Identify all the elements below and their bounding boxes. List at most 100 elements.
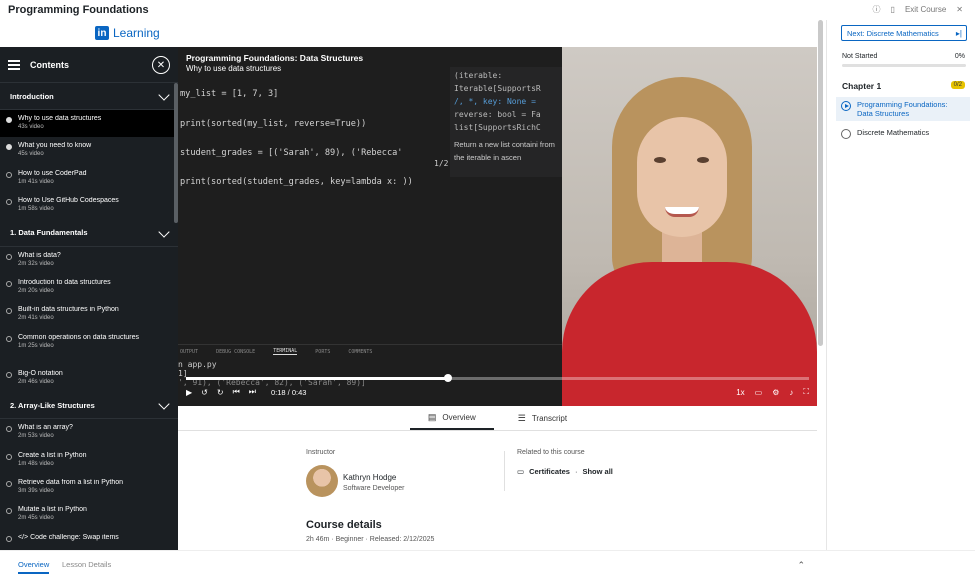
lesson-item[interactable]: What is data? 2m 32s video — [0, 247, 178, 274]
course-details-title: Course details — [306, 519, 382, 531]
lesson-item[interactable]: Why to use data structures 43s video — [0, 110, 178, 138]
bottom-tab-overview[interactable]: Overview — [18, 560, 50, 574]
lesson-name: What is an array? — [18, 424, 73, 432]
lesson-duration: 2m 45s video — [18, 515, 54, 522]
page-scrollbar[interactable] — [818, 20, 823, 346]
section-title: 1. Data Fundamentals — [10, 228, 88, 238]
lesson-item[interactable]: Introduction to data structures 2m 20s v… — [0, 274, 178, 301]
fullscreen-icon[interactable]: ⛶ — [803, 387, 809, 397]
lesson-name: Introduction to data structures — [18, 278, 111, 286]
lesson-name: Common operations on data structures — [18, 333, 140, 341]
lesson-name: Big-O notation — [18, 369, 63, 377]
volume-icon[interactable]: ♪ — [789, 388, 793, 397]
progress-dot-icon — [6, 253, 12, 260]
video-progress-knob[interactable] — [443, 374, 452, 382]
lesson-item[interactable]: Common operations on data structures 1m … — [0, 329, 178, 365]
panel-tab: TERMINAL — [273, 348, 298, 355]
lesson-name: Create a list in Python — [18, 451, 87, 459]
show-all-link[interactable]: Show all — [582, 467, 612, 476]
lesson-item[interactable]: Built-in data structures in Python 2m 41… — [0, 301, 178, 328]
terminal-line: n app.py — [178, 360, 217, 369]
lesson-item[interactable]: </> Code challenge: Swap items — [0, 529, 178, 550]
lesson-item[interactable]: Create a list in Python 1m 48s video — [0, 447, 178, 474]
course-progress-bar — [842, 64, 966, 67]
certificate-icon: ▭ — [517, 467, 525, 476]
lesson-duration: 3m 39s video — [18, 487, 54, 494]
course-item[interactable]: Discrete Mathematics — [836, 125, 970, 142]
settings-icon[interactable]: ⚙ — [772, 388, 779, 397]
lesson-item[interactable]: What you need to know 45s video — [0, 137, 178, 164]
top-bar: Programming Foundations ⓘ ▯ Exit Course … — [0, 0, 975, 20]
captions-icon[interactable]: ▭ — [755, 388, 763, 397]
tooltip-line: reverse: bool = Fa — [454, 110, 541, 119]
progress-dot-icon — [6, 199, 12, 206]
panel-tabs: OUTPUT DEBUG CONSOLE TERMINAL PORTS COMM… — [178, 344, 562, 358]
close-sidebar-button[interactable]: ✕ — [152, 56, 170, 74]
layout-icon[interactable]: ▯ — [891, 5, 895, 14]
chevron-up-icon[interactable]: ⌃ — [797, 560, 805, 571]
status-text: Not Started — [842, 53, 878, 60]
lesson-item[interactable]: Big-O notation 2m 46s video — [0, 365, 178, 392]
course-item[interactable]: Programming Foundations: Data Structures — [836, 97, 970, 121]
section-header-introduction[interactable]: Introduction — [0, 83, 178, 110]
certificates-row: ▭ Certificates · Show all — [517, 467, 613, 476]
progress-dot-icon — [6, 535, 12, 542]
instructor-eye — [654, 157, 666, 163]
separator-dot: · — [574, 467, 578, 476]
section-header-array-like-structures[interactable]: 2. Array-Like Structures — [0, 392, 178, 420]
signature-page-count: 1/2 — [434, 159, 449, 168]
next-course-button[interactable]: Next: Discrete Mathematics ▸| — [841, 25, 967, 41]
avatar[interactable] — [306, 465, 338, 497]
play-icon[interactable]: ▶ — [186, 388, 192, 397]
skip-next-icon: ▸| — [955, 28, 962, 38]
tooltip-text: Return a new list containi from the iter… — [454, 140, 555, 162]
exit-course-button[interactable]: Exit Course — [905, 5, 946, 14]
linkedin-learning-logo[interactable]: in Learning — [95, 26, 160, 40]
forward-icon[interactable]: ↻ — [217, 388, 224, 397]
circle-icon — [841, 129, 851, 139]
rewind-icon[interactable]: ↺ — [201, 388, 208, 397]
close-icon[interactable]: ✕ — [956, 5, 963, 14]
code-line: print(sorted(my_list, reverse=True)) — [180, 119, 367, 129]
video-controls: ▶ ↺ ↻ ⏮ ⏭ 0:18 / 0:43 1x ▭ ⚙ ♪ ⛶ — [186, 385, 809, 399]
lesson-name: Mutate a list in Python — [18, 506, 87, 514]
chevron-down-icon — [158, 89, 170, 101]
lesson-item[interactable]: What is an array? 2m 53s video — [0, 419, 178, 446]
lesson-item[interactable]: How to use CoderPad 1m 41s video — [0, 165, 178, 192]
lesson-item[interactable]: How to Use GitHub Codespaces 1m 58s vide… — [0, 192, 178, 219]
progress-dot-icon — [6, 117, 12, 123]
lesson-duration: 2m 32s video — [18, 260, 54, 267]
progress-dot-icon — [6, 508, 12, 515]
info-icon[interactable]: ⓘ — [873, 4, 881, 15]
logo-row: in Learning — [0, 20, 820, 47]
instructor-name[interactable]: Kathryn Hodge — [343, 473, 396, 482]
progress-dot-icon — [6, 371, 12, 378]
bottom-tab-lesson-details[interactable]: Lesson Details — [62, 560, 111, 569]
section-header-data-fundamentals[interactable]: 1. Data Fundamentals — [0, 220, 178, 247]
progress-dot-icon — [6, 480, 12, 487]
video-progress-bar[interactable] — [186, 374, 809, 382]
lesson-name: What is data? — [18, 251, 61, 259]
instructor-eye — [697, 157, 709, 163]
lesson-duration: 2m 53s video — [18, 433, 54, 440]
instructor-label: Instructor — [306, 449, 336, 456]
top-icons: ⓘ ▯ Exit Course ✕ — [873, 4, 963, 15]
contents-list-icon — [8, 59, 20, 70]
video-progress-fill — [186, 377, 448, 380]
tab-transcript[interactable]: ☰ Transcript — [500, 406, 585, 430]
sidebar-header: Contents ✕ — [0, 47, 178, 83]
panel-tab: OUTPUT — [180, 348, 199, 355]
progress-dot-icon — [6, 453, 12, 460]
video-player[interactable]: my_list = [1, 7, 3] print(sorted(my_list… — [178, 47, 817, 406]
next-icon[interactable]: ⏭ — [249, 387, 256, 397]
lesson-item[interactable]: Retrieve data from a list in Python 3m 3… — [0, 474, 178, 501]
panel-tab: PORTS — [315, 348, 331, 355]
course-details-meta: 2h 46m · Beginner · Released: 2/12/2025 — [306, 536, 435, 543]
lesson-item[interactable]: Mutate a list in Python 2m 45s video — [0, 501, 178, 528]
playback-speed-button[interactable]: 1x — [736, 388, 744, 397]
progress-dot-icon — [6, 426, 12, 433]
instructor-face — [637, 117, 727, 237]
previous-icon[interactable]: ⏮ — [233, 387, 240, 397]
tab-overview[interactable]: ▤ Overview — [409, 406, 494, 430]
video-time: 0:18 / 0:43 — [270, 387, 307, 397]
